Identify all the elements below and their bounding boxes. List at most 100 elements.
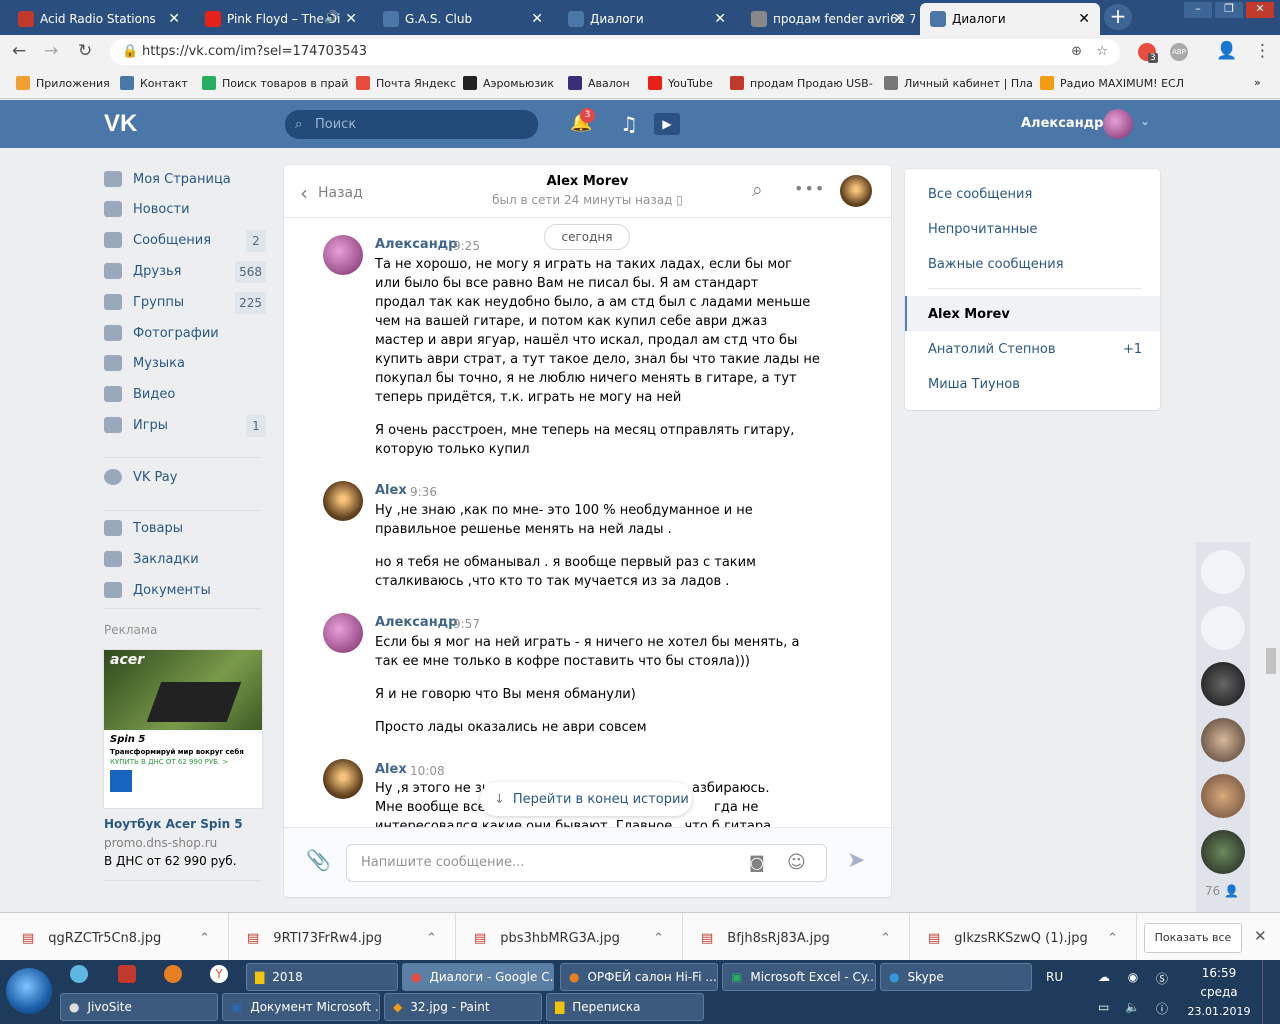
more-icon[interactable]: ••• [794,179,825,198]
music-icon[interactable]: ♫ [620,112,638,136]
conversation-name[interactable]: Миша Тиунов [928,377,1020,392]
browser-tab-1[interactable]: Acid Radio Stations ✕ [8,3,190,35]
link-all-messages[interactable]: Все сообщения [928,187,1032,202]
chevron-up-icon[interactable]: ⌃ [880,931,891,946]
close-icon[interactable]: ✕ [531,11,543,27]
nav-item-friends[interactable]: Друзья 568 [104,257,266,285]
ext-avr-icon[interactable]: АВР [1170,43,1188,61]
nav-item-groups[interactable]: Группы 225 [104,288,266,316]
bookmark-yandex-mail[interactable]: Почта Яндекс [356,76,456,90]
ad-image[interactable]: acer Spin 5 Трансформируй мир вокруг себ… [103,649,263,809]
avatar[interactable] [323,613,363,653]
link-important[interactable]: Важные сообщения [928,257,1064,272]
chevron-up-icon[interactable]: ⌃ [653,931,664,946]
chevron-up-icon[interactable]: ⌃ [426,931,437,946]
nav-item-photos[interactable]: Фотографии [104,319,266,347]
bookmark-price-search[interactable]: Поиск товаров в прай [202,76,348,90]
avatar[interactable] [323,235,363,275]
forward-arrow-icon[interactable]: → [44,41,58,61]
monitor-icon[interactable]: ▭ [1098,1000,1109,1016]
download-item[interactable]: ▤ pbs3hbMRG3A.jpg ⌃ [456,913,683,963]
taskbar-excel[interactable]: ▣ Microsoft Excel - Cy... [722,963,876,991]
nav-item-messages[interactable]: Сообщения 2 [104,226,266,254]
adblock-ext-icon[interactable]: 3 [1138,43,1158,63]
bookmark-apps[interactable]: Приложения [16,76,110,90]
message-author[interactable]: Александр [375,237,458,252]
new-tab-button[interactable]: + [1104,4,1132,30]
quicklaunch-icon[interactable] [118,965,136,983]
avatar[interactable] [323,759,363,799]
network-icon[interactable]: ☁ [1098,970,1110,986]
nav-item-games[interactable]: Игры 1 [104,411,266,439]
bookmarks-overflow-icon[interactable]: » [1254,76,1261,89]
bookmark-aeromusic[interactable]: Аэромьюзик [463,76,554,90]
quicklaunch-icon[interactable] [70,965,88,983]
browser-tab-2[interactable]: Pink Floyd – The Di 🔊 ✕ [195,3,367,35]
reload-icon[interactable]: ↻ [78,41,92,61]
maximize-icon[interactable]: ❐ [1215,2,1243,18]
speaker-icon[interactable]: 🔊 [324,10,339,24]
chevron-up-icon[interactable]: ⌃ [199,931,210,946]
yandex-browser-icon[interactable]: Y [210,965,228,983]
search-icon[interactable]: ⌕ [752,179,763,201]
nav-item-bookmarks[interactable]: Закладки [104,545,266,573]
back-arrow-icon[interactable]: ← [12,41,26,61]
minimize-icon[interactable]: – [1184,2,1212,18]
message-author[interactable]: Alex [375,762,407,777]
bookmark-contact[interactable]: Контакт [120,76,188,90]
bookmark-usb[interactable]: продам Продаю USB- [730,76,873,90]
play-icon[interactable]: ▶ [654,113,680,135]
bookmark-cabinet[interactable]: Личный кабинет | Пла [884,76,1033,90]
dog-avatar-icon[interactable] [1201,550,1245,594]
friend-avatar[interactable] [1201,662,1245,706]
dog-avatar-icon[interactable] [1201,606,1245,650]
close-icon[interactable]: ✕ [1254,927,1267,945]
download-item[interactable]: ▤ qgRZCTr5Cn8.jpg ⌃ [0,913,229,963]
close-icon[interactable]: ✕ [168,11,180,27]
message-author[interactable]: Александр [375,615,458,630]
nav-item-goods[interactable]: Товары [104,514,266,542]
nav-item-vkpay[interactable]: VK Pay [104,463,266,491]
camera-icon[interactable]: ◙ [749,845,765,881]
menu-kebab-icon[interactable]: ⋮ [1254,41,1271,61]
paperclip-icon[interactable]: 📎 [306,848,331,872]
vk-logo[interactable]: VK [104,110,137,138]
taskbar-folder-2018[interactable]: ▇ 2018 [246,963,398,991]
bookmark-radio[interactable]: Радио MAXIMUM! ЕСЛ [1040,76,1184,90]
taskbar-firefox[interactable]: ● ОРФЕЙ салон Hi-Fi ... [560,963,718,991]
bookmark-avalon[interactable]: Авалон [568,76,630,90]
windows-start-icon[interactable] [6,968,52,1014]
taskbar-word[interactable]: ▣ Документ Microsoft ... [222,993,380,1021]
download-item[interactable]: ▤ 9RTI73FrRw4.jpg ⌃ [229,913,456,963]
taskbar-chrome[interactable]: ● Диалоги - Google C... [402,963,554,991]
clock[interactable]: 16:59 среда 23.01.2019 [1184,964,1254,1021]
browser-tab-5[interactable]: продам fender avri62 7 ✕ [741,3,915,35]
download-item[interactable]: ▤ Bfjh8sRj83A.jpg ⌃ [683,913,910,963]
user-name[interactable]: Александр [1021,116,1104,131]
info-icon[interactable]: ⓘ [1156,1000,1168,1016]
user-avatar[interactable] [1103,109,1133,139]
quicklaunch-icon[interactable] [164,965,182,983]
close-icon[interactable]: ✕ [345,11,357,27]
skype-tray-icon[interactable]: Ⓢ [1156,970,1168,986]
ad-title[interactable]: Ноутбук Acer Spin 5 [104,817,243,831]
conversation-name[interactable]: Alex Morev [928,307,1010,322]
close-window-icon[interactable]: ✕ [1246,2,1274,18]
send-icon[interactable]: ➤ [847,848,865,873]
ad-domain[interactable]: promo.dns-shop.ru [104,836,217,850]
chevron-down-icon[interactable]: ⌄ [1140,114,1150,128]
online-count[interactable]: 76 👤 [1205,884,1239,898]
browser-tab-3[interactable]: G.A.S. Club ✕ [373,3,553,35]
download-item[interactable]: ▤ gIkzsRKSzwQ (1).jpg ⌃ [910,913,1137,963]
volume-icon[interactable]: 🔈 [1125,1000,1140,1016]
url-input[interactable]: 🔒 https://vk.com/im?sel=174703543 ⊕ ☆ [110,39,1120,65]
message-input[interactable]: Напишите сообщение... ◙ ☺ [346,844,827,882]
friend-avatar[interactable] [1201,718,1245,762]
profile-icon[interactable]: 👤 [1216,41,1237,61]
taskbar-folder-chat[interactable]: ▇ Переписка [546,993,704,1021]
nav-item-news[interactable]: Новости [104,195,266,223]
nav-item-documents[interactable]: Документы [104,576,266,604]
search-input[interactable]: ⌕ Поиск [285,110,538,139]
friend-avatar[interactable] [1201,830,1245,874]
show-all-downloads-button[interactable]: Показать все [1144,923,1242,953]
